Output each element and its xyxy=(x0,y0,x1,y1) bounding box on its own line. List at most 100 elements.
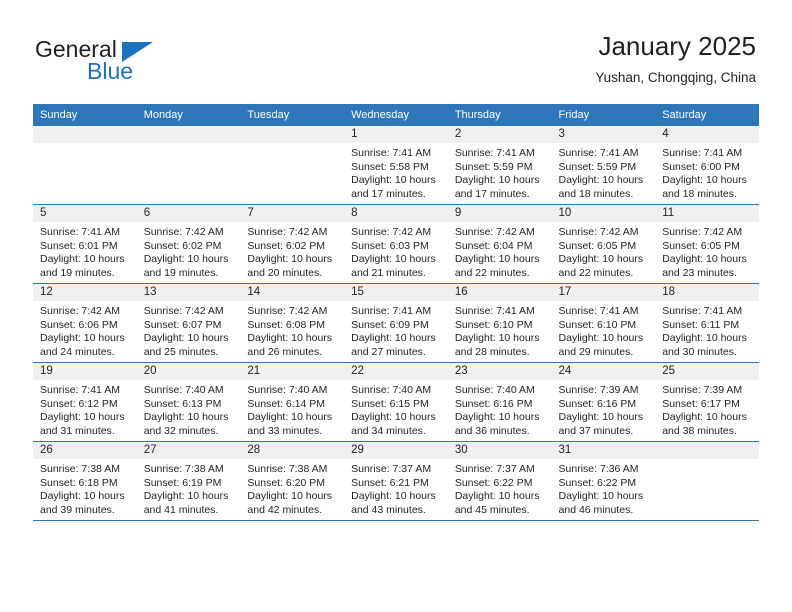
day-info-line: Sunrise: 7:41 AM xyxy=(558,305,639,317)
calendar-day-cell[interactable]: 21 Sunrise: 7:40 AM Sunset: 6:14 PM Dayligh… xyxy=(240,362,345,442)
calendar-day-cell[interactable]: 6 Sunrise: 7:42 AM Sunset: 6:02 PM Daylight… xyxy=(136,204,241,284)
calendar-day-cell[interactable]: 10 Sunrise: 7:42 AM Sunset: 6:05 PM Dayligh… xyxy=(551,204,656,284)
day-info-line: Sunset: 6:02 PM xyxy=(143,239,222,252)
day-info-line: Daylight: 10 hours xyxy=(662,411,747,424)
calendar-day-cell[interactable]: 22 Sunrise: 7:40 AM Sunset: 6:15 PM Dayligh… xyxy=(344,362,448,442)
day-info-line: Sunrise: 7:41 AM xyxy=(558,147,639,159)
calendar-day-cell[interactable]: 2 Sunrise: 7:41 AM Sunset: 5:59 PM Daylight… xyxy=(447,126,552,205)
day-info-line: Sunrise: 7:38 AM xyxy=(40,463,120,475)
calendar-day-cell[interactable]: 24 Sunrise: 7:39 AM Sunset: 6:16 PM Dayligh… xyxy=(551,362,656,442)
calendar-day-cell[interactable]: 12 Sunrise: 7:42 AM Sunset: 6:06 PM Dayligh… xyxy=(33,283,137,363)
calendar-day-cell[interactable]: 11 Sunrise: 7:42 AM Sunset: 6:05 PM Dayligh… xyxy=(655,204,759,284)
day-cell-inner: 31 Sunrise: 7:36 AM Sunset: 6:22 PM Dayligh… xyxy=(551,442,656,520)
day-sun-info: Sunrise: 7:41 AM Sunset: 5:58 PM Daylight:… xyxy=(344,143,448,201)
calendar-day-cell[interactable]: 16 Sunrise: 7:41 AM Sunset: 6:10 PM Dayligh… xyxy=(447,283,552,363)
day-cell-inner: 6 Sunrise: 7:42 AM Sunset: 6:02 PM Daylight… xyxy=(136,205,241,283)
day-cell-inner: 2 Sunrise: 7:41 AM Sunset: 5:59 PM Daylight… xyxy=(447,126,552,204)
calendar-day-cell[interactable]: 19 Sunrise: 7:41 AM Sunset: 6:12 PM Dayligh… xyxy=(33,362,137,442)
day-number: 2 xyxy=(447,126,552,143)
day-info-line: Sunrise: 7:42 AM xyxy=(558,226,639,238)
day-number: 7 xyxy=(240,205,345,222)
calendar-day-cell[interactable]: 26 Sunrise: 7:38 AM Sunset: 6:18 PM Dayligh… xyxy=(33,441,137,521)
day-info-line: Sunset: 6:15 PM xyxy=(351,397,429,410)
calendar-day-cell[interactable]: 30 Sunrise: 7:37 AM Sunset: 6:22 PM Dayligh… xyxy=(447,441,552,521)
day-info-line: Sunrise: 7:40 AM xyxy=(351,384,432,396)
day-info-line: Daylight: 10 hours xyxy=(247,253,333,266)
calendar-day-cell[interactable]: 3 Sunrise: 7:41 AM Sunset: 5:59 PM Daylight… xyxy=(551,126,656,205)
calendar-day-cell[interactable]: 20 Sunrise: 7:40 AM Sunset: 6:13 PM Dayligh… xyxy=(136,362,241,442)
day-info-line: Daylight: 10 hours xyxy=(143,253,229,266)
day-info-line: Sunset: 6:17 PM xyxy=(662,397,740,410)
day-info-line: and 30 minutes. xyxy=(662,345,737,358)
day-sun-info: Sunrise: 7:38 AM Sunset: 6:18 PM Daylight:… xyxy=(33,459,137,517)
day-info-line: and 34 minutes. xyxy=(351,424,426,437)
day-info-line: Daylight: 10 hours xyxy=(351,411,436,424)
day-sun-info: Sunrise: 7:39 AM Sunset: 6:16 PM Daylight:… xyxy=(552,380,656,438)
day-info-line: Sunset: 6:19 PM xyxy=(143,476,222,489)
day-info-line: and 42 minutes. xyxy=(247,503,323,516)
day-cell-inner: 27 Sunrise: 7:38 AM Sunset: 6:19 PM Dayligh… xyxy=(136,442,241,520)
general-blue-logo[interactable]: General Blue xyxy=(35,36,235,88)
day-cell-inner: 11 Sunrise: 7:42 AM Sunset: 6:05 PM Dayligh… xyxy=(655,205,759,283)
calendar-day-cell[interactable]: 1 Sunrise: 7:41 AM Sunset: 5:58 PM Daylight… xyxy=(344,126,448,205)
day-info-line: Daylight: 10 hours xyxy=(143,411,229,424)
day-sun-info: Sunrise: 7:41 AM Sunset: 6:10 PM Daylight:… xyxy=(448,301,552,359)
day-sun-info: Sunrise: 7:38 AM Sunset: 6:20 PM Daylight:… xyxy=(240,459,344,517)
day-info-line: Sunset: 6:18 PM xyxy=(40,476,118,489)
day-number xyxy=(33,126,137,143)
day-info-line: and 23 minutes. xyxy=(662,266,737,279)
calendar-day-cell[interactable]: 31 Sunrise: 7:36 AM Sunset: 6:22 PM Dayligh… xyxy=(551,441,656,521)
day-info-line: Sunset: 6:01 PM xyxy=(40,239,118,252)
calendar-day-cell[interactable]: 9 Sunrise: 7:42 AM Sunset: 6:04 PM Daylight… xyxy=(447,204,552,284)
day-info-line: Sunset: 6:03 PM xyxy=(351,239,429,252)
day-sun-info: Sunrise: 7:41 AM Sunset: 5:59 PM Daylight:… xyxy=(552,143,656,201)
calendar-day-cell[interactable]: 7 Sunrise: 7:42 AM Sunset: 6:02 PM Daylight… xyxy=(240,204,345,284)
day-cell-inner: 30 Sunrise: 7:37 AM Sunset: 6:22 PM Dayligh… xyxy=(447,442,552,520)
calendar-day-cell[interactable]: 28 Sunrise: 7:38 AM Sunset: 6:20 PM Dayligh… xyxy=(240,441,345,521)
calendar-day-cell[interactable]: 14 Sunrise: 7:42 AM Sunset: 6:08 PM Dayligh… xyxy=(240,283,345,363)
day-info-line: Daylight: 10 hours xyxy=(40,253,125,266)
calendar-day-cell[interactable]: 15 Sunrise: 7:41 AM Sunset: 6:09 PM Dayligh… xyxy=(344,283,448,363)
day-cell-inner: 3 Sunrise: 7:41 AM Sunset: 5:59 PM Daylight… xyxy=(551,126,656,204)
day-info-line: Daylight: 10 hours xyxy=(454,490,540,503)
day-info-line: Sunset: 6:00 PM xyxy=(662,160,740,173)
day-cell-inner: 10 Sunrise: 7:42 AM Sunset: 6:05 PM Dayligh… xyxy=(551,205,656,283)
day-cell-inner: 14 Sunrise: 7:42 AM Sunset: 6:08 PM Dayligh… xyxy=(240,284,345,362)
day-sun-info: Sunrise: 7:42 AM Sunset: 6:02 PM Daylight:… xyxy=(240,222,344,280)
day-info-line: Sunset: 6:12 PM xyxy=(40,397,118,410)
calendar-day-cell[interactable]: 18 Sunrise: 7:41 AM Sunset: 6:11 PM Dayligh… xyxy=(655,283,759,363)
calendar-week-row: 5 Sunrise: 7:41 AM Sunset: 6:01 PM Daylight… xyxy=(33,204,759,284)
calendar-day-cell[interactable]: 4 Sunrise: 7:41 AM Sunset: 6:00 PM Daylight… xyxy=(655,126,759,205)
day-info-line: Daylight: 10 hours xyxy=(40,332,125,345)
calendar-day-cell[interactable]: 5 Sunrise: 7:41 AM Sunset: 6:01 PM Daylight… xyxy=(33,204,137,284)
day-info-line: Daylight: 10 hours xyxy=(558,253,644,266)
day-sun-info: Sunrise: 7:42 AM Sunset: 6:06 PM Daylight:… xyxy=(33,301,137,359)
day-info-line: Sunrise: 7:42 AM xyxy=(351,226,432,238)
day-info-line: Sunrise: 7:37 AM xyxy=(454,463,535,475)
day-info-line: Sunrise: 7:41 AM xyxy=(454,305,535,317)
day-number: 11 xyxy=(655,205,759,222)
day-cell-inner xyxy=(655,442,759,520)
day-info-line: and 38 minutes. xyxy=(662,424,737,437)
calendar-day-cell[interactable]: 25 Sunrise: 7:39 AM Sunset: 6:17 PM Dayligh… xyxy=(655,362,759,442)
day-number: 17 xyxy=(551,284,656,301)
calendar-day-cell[interactable]: 8 Sunrise: 7:42 AM Sunset: 6:03 PM Daylight… xyxy=(344,204,448,284)
calendar-day-cell[interactable]: 17 Sunrise: 7:41 AM Sunset: 6:10 PM Dayligh… xyxy=(551,283,656,363)
weekday-header-wednesday: Wednesday xyxy=(344,104,448,126)
day-info-line: Sunrise: 7:41 AM xyxy=(40,384,120,396)
day-info-line: and 27 minutes. xyxy=(351,345,426,358)
calendar-day-cell[interactable]: 23 Sunrise: 7:40 AM Sunset: 6:16 PM Dayligh… xyxy=(447,362,552,442)
calendar-day-cell[interactable]: 13 Sunrise: 7:42 AM Sunset: 6:07 PM Dayligh… xyxy=(136,283,241,363)
day-info-line: Daylight: 10 hours xyxy=(454,332,540,345)
page-header: General Blue January 2025 Yushan, Chongq… xyxy=(0,0,792,100)
day-sun-info: Sunrise: 7:38 AM Sunset: 6:19 PM Daylight:… xyxy=(137,459,241,517)
day-number xyxy=(655,442,759,459)
weekday-header-monday: Monday xyxy=(136,104,241,126)
calendar-day-cell[interactable]: 29 Sunrise: 7:37 AM Sunset: 6:21 PM Dayligh… xyxy=(344,441,448,521)
day-number: 5 xyxy=(33,205,137,222)
day-cell-inner: 19 Sunrise: 7:41 AM Sunset: 6:12 PM Dayligh… xyxy=(33,363,137,441)
calendar-grid: Sunday Monday Tuesday Wednesday Thursday Frid… xyxy=(33,104,759,521)
day-info-line: and 25 minutes. xyxy=(143,345,219,358)
calendar-week-row: 12 Sunrise: 7:42 AM Sunset: 6:06 PM Dayligh… xyxy=(33,283,759,363)
calendar-day-cell[interactable]: 27 Sunrise: 7:38 AM Sunset: 6:19 PM Dayligh… xyxy=(136,441,241,521)
